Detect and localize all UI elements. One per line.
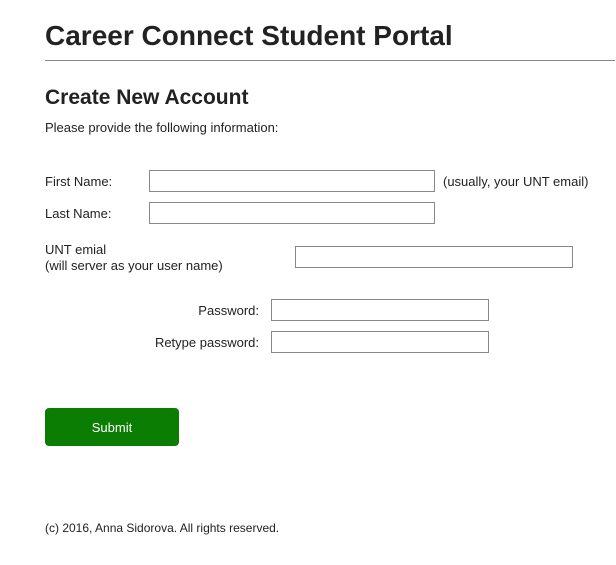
submit-button[interactable]: Submit: [45, 408, 179, 446]
email-input[interactable]: [295, 246, 573, 268]
page-title: Career Connect Student Portal: [45, 20, 616, 52]
first-name-input[interactable]: [149, 170, 435, 192]
first-name-hint: (usually, your UNT email): [443, 174, 588, 189]
retype-password-input[interactable]: [271, 331, 489, 353]
first-name-label: First Name:: [45, 174, 149, 189]
password-input[interactable]: [271, 299, 489, 321]
title-divider: [45, 60, 615, 61]
first-name-row: First Name: (usually, your UNT email): [45, 170, 616, 192]
form-heading: Create New Account: [45, 86, 616, 110]
password-row: Password:: [45, 299, 616, 321]
footer-copyright: (c) 2016, Anna Sidorova. All rights rese…: [45, 521, 616, 535]
form-instruction: Please provide the following information…: [45, 120, 616, 135]
last-name-input[interactable]: [149, 202, 435, 224]
last-name-row: Last Name:: [45, 202, 616, 224]
email-label: UNT emial(will server as your user name): [45, 242, 295, 273]
retype-password-label: Retype password:: [45, 335, 271, 350]
retype-password-row: Retype password:: [45, 331, 616, 353]
password-label: Password:: [45, 303, 271, 318]
last-name-label: Last Name:: [45, 206, 149, 221]
email-row: UNT emial(will server as your user name): [45, 242, 616, 273]
